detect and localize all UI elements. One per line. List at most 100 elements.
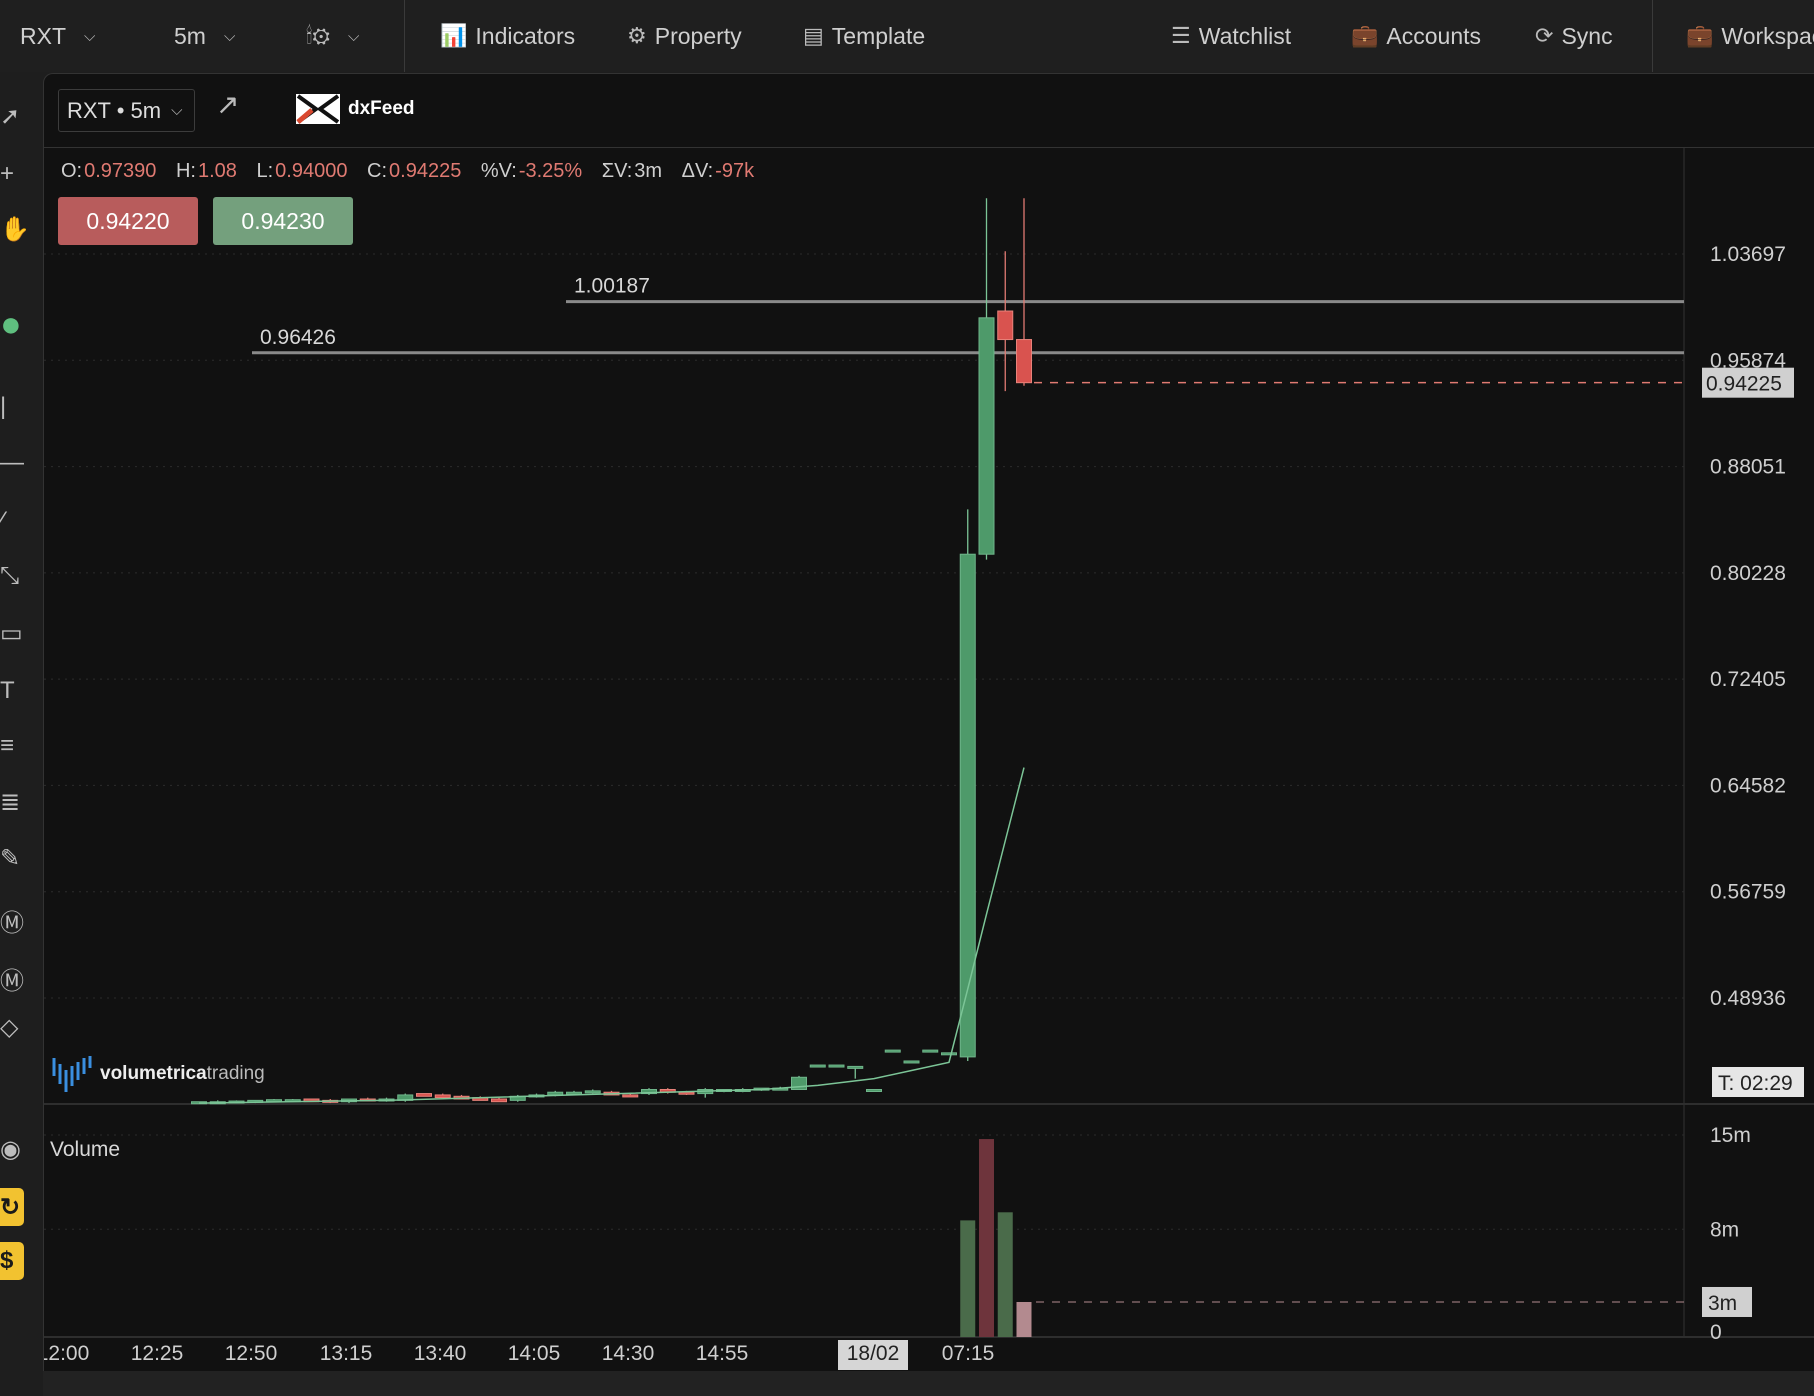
- eraser-icon[interactable]: ◇: [0, 1010, 26, 1044]
- candle: [416, 1093, 432, 1097]
- candle: [866, 1088, 882, 1092]
- volume-tick-label: 0: [1710, 1321, 1722, 1344]
- pointer-icon[interactable]: ➚: [0, 99, 26, 133]
- price-tick-label: 0.88051: [1710, 456, 1786, 479]
- interval-dropdown[interactable]: 5m ⌵: [174, 0, 235, 72]
- levels-icon[interactable]: ≣: [0, 785, 26, 819]
- candle-body: [866, 1088, 882, 1092]
- watchlist-button[interactable]: ☰ Watchlist: [1171, 0, 1291, 72]
- trend-line-icon[interactable]: ∕: [0, 504, 26, 538]
- candle: [941, 1052, 957, 1056]
- time-tick-label: 13:40: [414, 1342, 467, 1365]
- bottom-scrollbar[interactable]: [43, 1371, 1814, 1396]
- external-link-icon[interactable]: ↗: [216, 88, 239, 121]
- candle: [847, 1065, 864, 1079]
- sum-volume-value: 3m: [634, 160, 663, 182]
- chevron-down-icon: ⌵: [223, 27, 236, 45]
- short-position-icon[interactable]: Ⓜ: [0, 961, 26, 995]
- candle-body: [584, 1090, 601, 1094]
- price-tick-label: 0.80228: [1710, 562, 1786, 585]
- time-tick-label: 18/02: [847, 1342, 900, 1365]
- sync-icon: ⟳: [1535, 23, 1554, 48]
- crosshair-icon[interactable]: +: [0, 157, 26, 191]
- ruler-icon[interactable]: ✎: [0, 841, 26, 875]
- time-tick-label: 13:15: [320, 1342, 373, 1365]
- accounts-label: Accounts: [1386, 22, 1482, 49]
- gear-icon: ⚙: [627, 23, 647, 48]
- volume-tick-label: 15m: [1710, 1124, 1751, 1147]
- candle-body: [997, 310, 1014, 341]
- accounts-button[interactable]: 💼 Accounts: [1351, 0, 1481, 72]
- price-tick-label: 0.64582: [1710, 774, 1786, 797]
- watermark-bold-text: volumetrica: [100, 1063, 207, 1084]
- chart-type-dropdown[interactable]: 🕯⚙ ⌵: [306, 0, 359, 72]
- time-tick-label: 12:25: [131, 1342, 184, 1365]
- divider: [404, 0, 405, 72]
- indicator-line: [198, 767, 1025, 1104]
- template-label: Template: [831, 22, 926, 49]
- briefcase-icon: 💼: [1686, 23, 1714, 48]
- color-dot-icon[interactable]: ●: [0, 307, 26, 341]
- indicators-button[interactable]: 📊 Indicators: [440, 0, 575, 72]
- magnet-icon[interactable]: ↻: [0, 1188, 24, 1226]
- horizontal-line-icon[interactable]: —: [0, 446, 26, 480]
- chart-symbol-selector[interactable]: RXT • 5m ⌵: [58, 89, 195, 132]
- chevron-down-icon: ⌵: [171, 102, 183, 119]
- sum-volume-label: ΣV:: [601, 160, 633, 182]
- candle: [903, 1060, 920, 1064]
- hand-icon[interactable]: ✋: [0, 212, 26, 246]
- candle-body: [491, 1098, 507, 1103]
- candle-body: [922, 1049, 939, 1053]
- price-tick-label: 0.56759: [1710, 881, 1786, 904]
- property-button[interactable]: ⚙ Property: [627, 0, 742, 72]
- horizontal-level-label: 1.00187: [574, 275, 650, 298]
- close-label: C:: [367, 160, 388, 182]
- workspace-button[interactable]: 💼 Workspace: [1686, 0, 1814, 72]
- candle-body: [547, 1091, 564, 1096]
- price-chart[interactable]: 1.036970.958740.880510.802280.724050.645…: [44, 148, 1814, 1371]
- candle: [809, 1064, 826, 1068]
- volume-bar: [1016, 1301, 1032, 1337]
- close-value: 0.94225: [389, 160, 462, 182]
- indicators-label: Indicators: [475, 22, 576, 49]
- rectangle-icon[interactable]: ▭: [0, 616, 26, 650]
- top-toolbar: RXT ⌵ 5m ⌵ 🕯⚙ ⌵ 📊 Indicators ⚙ Property ▤ Temp…: [0, 0, 1814, 72]
- volume-bar: [979, 1139, 994, 1337]
- text-icon[interactable]: T: [0, 674, 26, 708]
- horizontal-level-label: 0.96426: [260, 326, 336, 349]
- candle-timer: T: 02:29: [1718, 1072, 1793, 1095]
- eye-icon[interactable]: ◉: [0, 1132, 26, 1166]
- wallet-icon: 💼: [1351, 23, 1379, 48]
- candle-settings-icon: 🕯⚙: [306, 23, 331, 48]
- sync-label: Sync: [1561, 22, 1613, 49]
- candle-body: [416, 1093, 432, 1097]
- template-icon: ▤: [803, 23, 824, 48]
- low-label: L:: [256, 160, 274, 182]
- long-position-icon[interactable]: Ⓜ: [0, 903, 26, 937]
- candle-body: [434, 1094, 451, 1099]
- provider-label: dxFeed: [348, 98, 415, 119]
- vertical-line-icon[interactable]: |: [0, 390, 26, 424]
- template-button[interactable]: ▤ Template: [803, 0, 925, 72]
- candle: [922, 1049, 939, 1053]
- candle-body: [884, 1049, 901, 1053]
- sync-button[interactable]: ⟳ Sync: [1535, 0, 1613, 72]
- pct-volume-value: -3.25%: [518, 160, 583, 182]
- candle: [978, 198, 995, 560]
- buy-ask-button[interactable]: 0.94230: [213, 197, 353, 245]
- candle: [884, 1049, 901, 1053]
- fib-icon[interactable]: ≡: [0, 729, 26, 763]
- list-icon: ☰: [1171, 23, 1191, 48]
- candle: [491, 1097, 507, 1103]
- volume-tick-label: 8m: [1710, 1218, 1739, 1241]
- high-value: 1.08: [197, 160, 237, 182]
- price-tick-label: 0.72405: [1710, 668, 1786, 691]
- high-label: H:: [175, 160, 196, 182]
- ray-icon[interactable]: ⤡: [0, 559, 26, 593]
- dollar-icon[interactable]: $: [0, 1242, 24, 1280]
- volume-pane-label: Volume: [50, 1138, 120, 1161]
- sell-bid-button[interactable]: 0.94220: [58, 197, 198, 245]
- candle: [697, 1088, 714, 1098]
- symbol-dropdown[interactable]: RXT ⌵: [20, 0, 95, 72]
- chart-panel: RXT • 5m ⌵ ↗ dxFeed 1.03697 0.95874 0.88051…: [43, 73, 1814, 1371]
